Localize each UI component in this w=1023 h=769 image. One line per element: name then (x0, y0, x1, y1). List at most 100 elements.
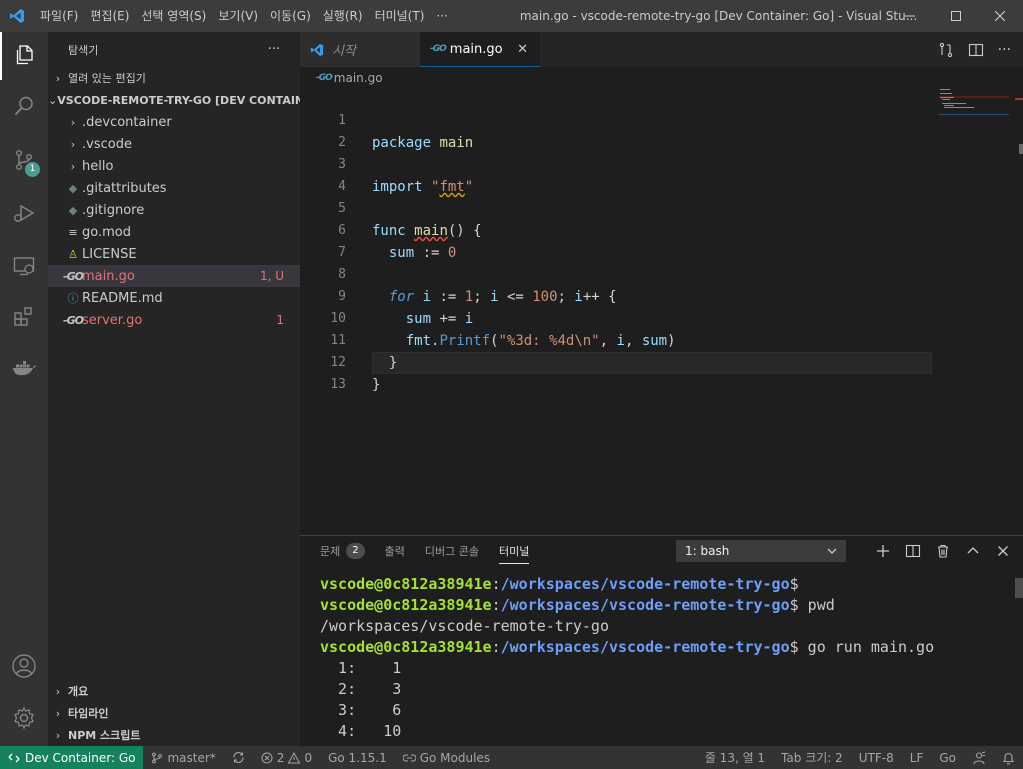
run-debug-button[interactable] (0, 189, 48, 237)
search-button[interactable] (0, 82, 48, 130)
source-control-button[interactable]: 1 (0, 136, 48, 184)
go-modules[interactable]: Go Modules (395, 751, 498, 765)
tab-size[interactable]: Tab 크기: 2 (773, 749, 851, 766)
tab-problems[interactable]: 문제 2 (320, 536, 365, 566)
close-icon[interactable] (995, 543, 1011, 559)
sidebar-header: 탐색기 ··· (48, 32, 300, 67)
tree-item-gitattributes[interactable]: ◆ .gitattributes (48, 177, 300, 199)
manage-button[interactable] (0, 694, 48, 742)
tree-item-label: go.mod (82, 224, 131, 240)
tab-welcome[interactable]: 시작 (300, 32, 420, 67)
menu-run[interactable]: 실행(R) (317, 0, 369, 32)
remote-indicator[interactable]: Dev Container: Go (0, 746, 144, 769)
timeline-section[interactable]: › 타임라인 (48, 702, 300, 724)
more-actions-icon[interactable]: ··· (998, 42, 1011, 58)
menu-go[interactable]: 이동(G) (264, 0, 317, 32)
end-of-line[interactable]: LF (902, 751, 932, 765)
tree-item-main-go[interactable]: -GO main.go 1, U (48, 265, 300, 287)
trash-icon[interactable] (935, 543, 951, 559)
open-changes-icon[interactable] (938, 42, 954, 58)
chevron-right-icon: › (70, 159, 76, 173)
close-tab-button[interactable]: ✕ (517, 42, 528, 57)
tree-item-label: hello (82, 158, 114, 174)
encoding[interactable]: UTF-8 (851, 751, 902, 765)
problems-badge: 2 (346, 543, 365, 559)
docker-button[interactable] (0, 344, 48, 392)
breadcrumb: -GO main.go (300, 67, 1023, 89)
code-line: 3 import "fmt" (300, 132, 940, 195)
code-editor[interactable]: 1 package main 2 3 import "fmt" 4 5 func… (300, 88, 1023, 528)
tree-item-label: server.go (82, 312, 143, 328)
remote-explorer-button[interactable] (0, 242, 48, 290)
info-icon: ⓘ (67, 292, 79, 305)
split-editor-icon[interactable] (968, 42, 984, 58)
project-section[interactable]: ⌄ VSCODE-REMOTE-TRY-GO [DEV CONTAIN... (48, 89, 300, 111)
tree-item-vscode[interactable]: › .vscode (48, 133, 300, 155)
terminal-line: vscode@0c812a38941e:/workspaces/vscode-r… (320, 596, 835, 614)
code-line: 13 (300, 352, 940, 392)
branch-label: master* (167, 750, 216, 765)
problems-indicator[interactable]: 2 0 (253, 751, 320, 765)
extensions-button[interactable] (0, 292, 48, 340)
code-line: 6 sum := 0 (300, 198, 940, 261)
tree-item-license[interactable]: ♙ LICENSE (48, 243, 300, 265)
feedback-button[interactable] (964, 750, 994, 765)
tree-item-devcontainer[interactable]: › .devcontainer (48, 111, 300, 133)
terminal-output[interactable]: vscode@0c812a38941e:/workspaces/vscode-r… (320, 574, 934, 742)
tree-item-gomod[interactable]: ≡ go.mod (48, 221, 300, 243)
menu-file[interactable]: 파일(F) (34, 0, 84, 32)
npm-scripts-section[interactable]: › NPM 스크립트 (48, 724, 300, 746)
tab-output[interactable]: 출력 (385, 536, 405, 566)
tab-label: 출력 (384, 545, 405, 558)
chevron-right-icon: › (70, 137, 76, 151)
cursor-position[interactable]: 줄 13, 열 1 (697, 749, 773, 766)
bell-icon (1002, 752, 1015, 765)
maximize-button[interactable] (933, 0, 979, 32)
chevron-up-icon[interactable] (965, 543, 981, 559)
terminal-line: vscode@0c812a38941e:/workspaces/vscode-r… (320, 638, 935, 656)
tree-item-server-go[interactable]: -GO server.go 1 (48, 309, 300, 331)
chevron-right-icon: › (70, 115, 76, 129)
tab-label: 시작 (332, 44, 356, 59)
terminal-scrollbar[interactable] (1015, 578, 1023, 598)
menu-edit[interactable]: 편집(E) (84, 0, 135, 32)
accounts-button[interactable] (0, 642, 48, 690)
menu-selection[interactable]: 선택 영역(S) (135, 0, 212, 32)
go-version[interactable]: Go 1.15.1 (320, 751, 395, 765)
tab-debug-console[interactable]: 디버그 콘솔 (425, 536, 479, 566)
gear-icon (14, 706, 34, 730)
run-debug-icon (14, 204, 35, 222)
editor-vertical-scrollbar[interactable] (1015, 88, 1023, 528)
terminal-select[interactable]: 1: bash (676, 540, 846, 562)
minimap[interactable] (939, 88, 1009, 528)
tab-terminal[interactable]: 터미널 (498, 536, 530, 566)
menu-more[interactable]: ··· (430, 0, 453, 32)
tab-main-go[interactable]: -GO main.go ✕ (420, 32, 540, 67)
minimize-icon (905, 15, 915, 17)
sync-button[interactable] (224, 751, 253, 764)
chevron-right-icon: › (55, 684, 61, 698)
file-status: 1, U (259, 269, 284, 283)
breadcrumb-file[interactable]: main.go (334, 71, 383, 85)
tree-item-hello[interactable]: › hello (48, 155, 300, 177)
minimize-button[interactable] (887, 0, 933, 32)
terminal-line: 3: 6 (320, 701, 402, 719)
split-terminal-icon[interactable] (905, 543, 921, 559)
language-mode[interactable]: Go (931, 751, 964, 765)
tree-item-readme[interactable]: ⓘ README.md (48, 287, 300, 309)
tree-item-gitignore[interactable]: ◆ .gitignore (48, 199, 300, 221)
menu-view[interactable]: 보기(V) (212, 0, 264, 32)
window-title: main.go - vscode-remote-try-go [Dev Cont… (519, 9, 918, 23)
close-window-button[interactable] (977, 0, 1023, 32)
outline-section[interactable]: › 개요 (48, 680, 300, 702)
tree-item-label: .gitattributes (82, 180, 167, 196)
explorer-button[interactable] (0, 32, 48, 80)
branch-indicator[interactable]: master* (143, 751, 223, 765)
sidebar-more-button[interactable]: ··· (268, 42, 280, 57)
git-file-icon: ◆ (68, 181, 78, 195)
notifications-button[interactable] (994, 751, 1023, 765)
menu-terminal[interactable]: 터미널(T) (369, 0, 431, 32)
plus-icon[interactable] (875, 543, 891, 559)
editor-tabs: 시작 -GO main.go ✕ ··· (300, 32, 1023, 67)
open-editors-section[interactable]: › 열려 있는 편집기 (48, 67, 300, 89)
